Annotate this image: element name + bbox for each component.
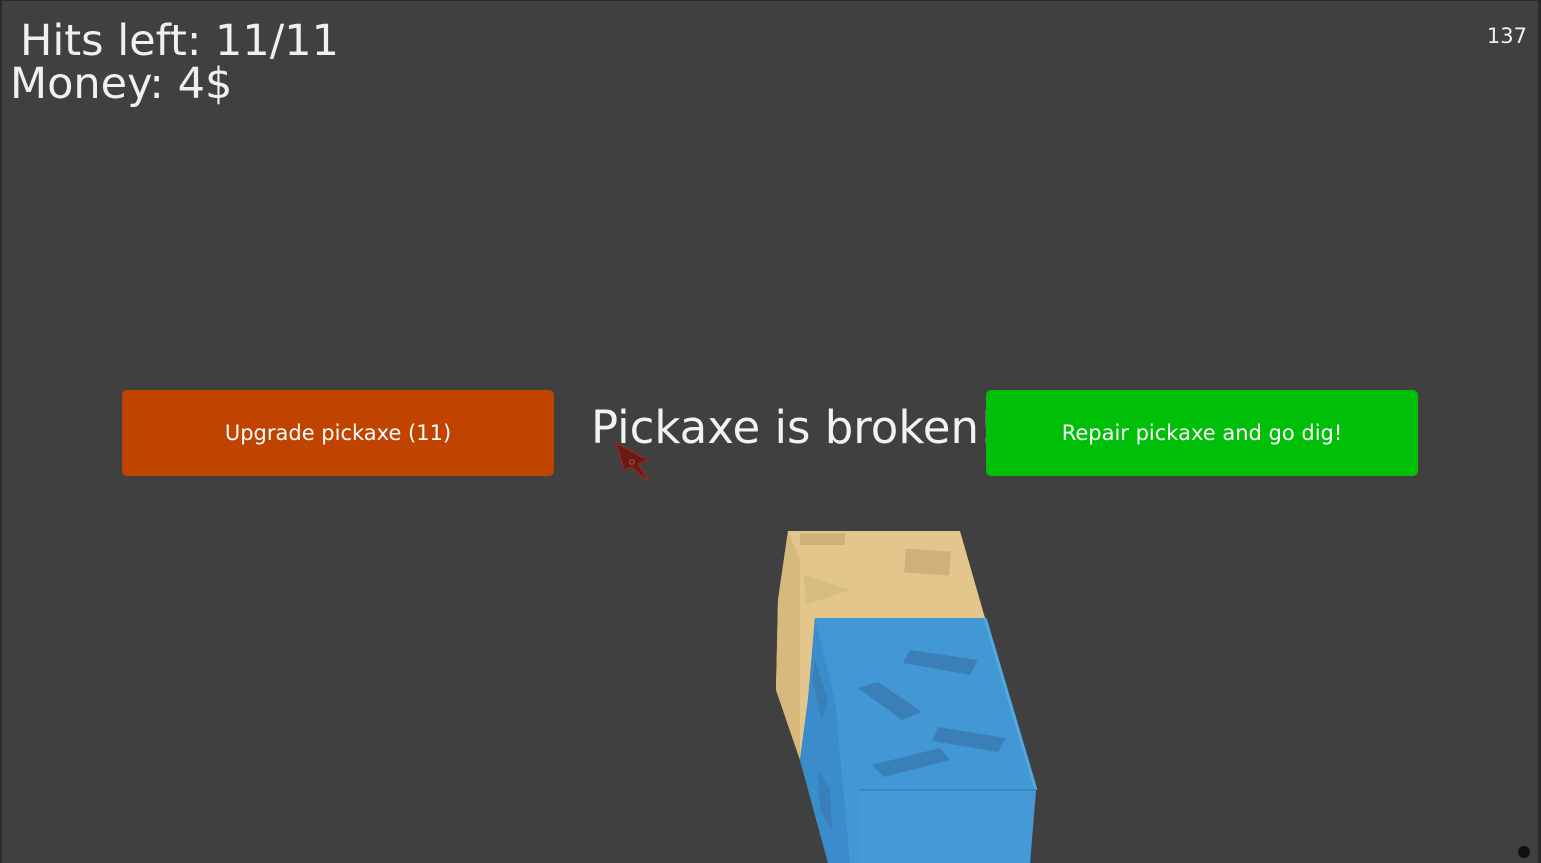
arrow-cursor-icon	[614, 441, 650, 481]
hits-left-counter: Hits left: 11/11	[20, 16, 339, 66]
money-counter: Money: 4$	[10, 59, 233, 109]
water-block-bottom-face	[860, 790, 1036, 863]
upgrade-pickaxe-label: Upgrade pickaxe (11)	[224, 421, 452, 445]
upgrade-pickaxe-button[interactable]: Upgrade pickaxe (11)	[122, 390, 554, 476]
sand-block-shade	[776, 531, 800, 760]
repair-pickaxe-button[interactable]: Repair pickaxe and go dig!	[986, 390, 1418, 476]
sand-texture-spot	[904, 548, 951, 576]
corner-indicator-dot	[1518, 846, 1530, 858]
game-viewport[interactable]: Hits left: 11/11 Money: 4$ 137 Upgrade p…	[0, 0, 1541, 863]
sand-texture-spot	[800, 533, 845, 545]
fps-counter: 137	[1486, 24, 1527, 48]
repair-pickaxe-label: Repair pickaxe and go dig!	[1061, 421, 1343, 445]
